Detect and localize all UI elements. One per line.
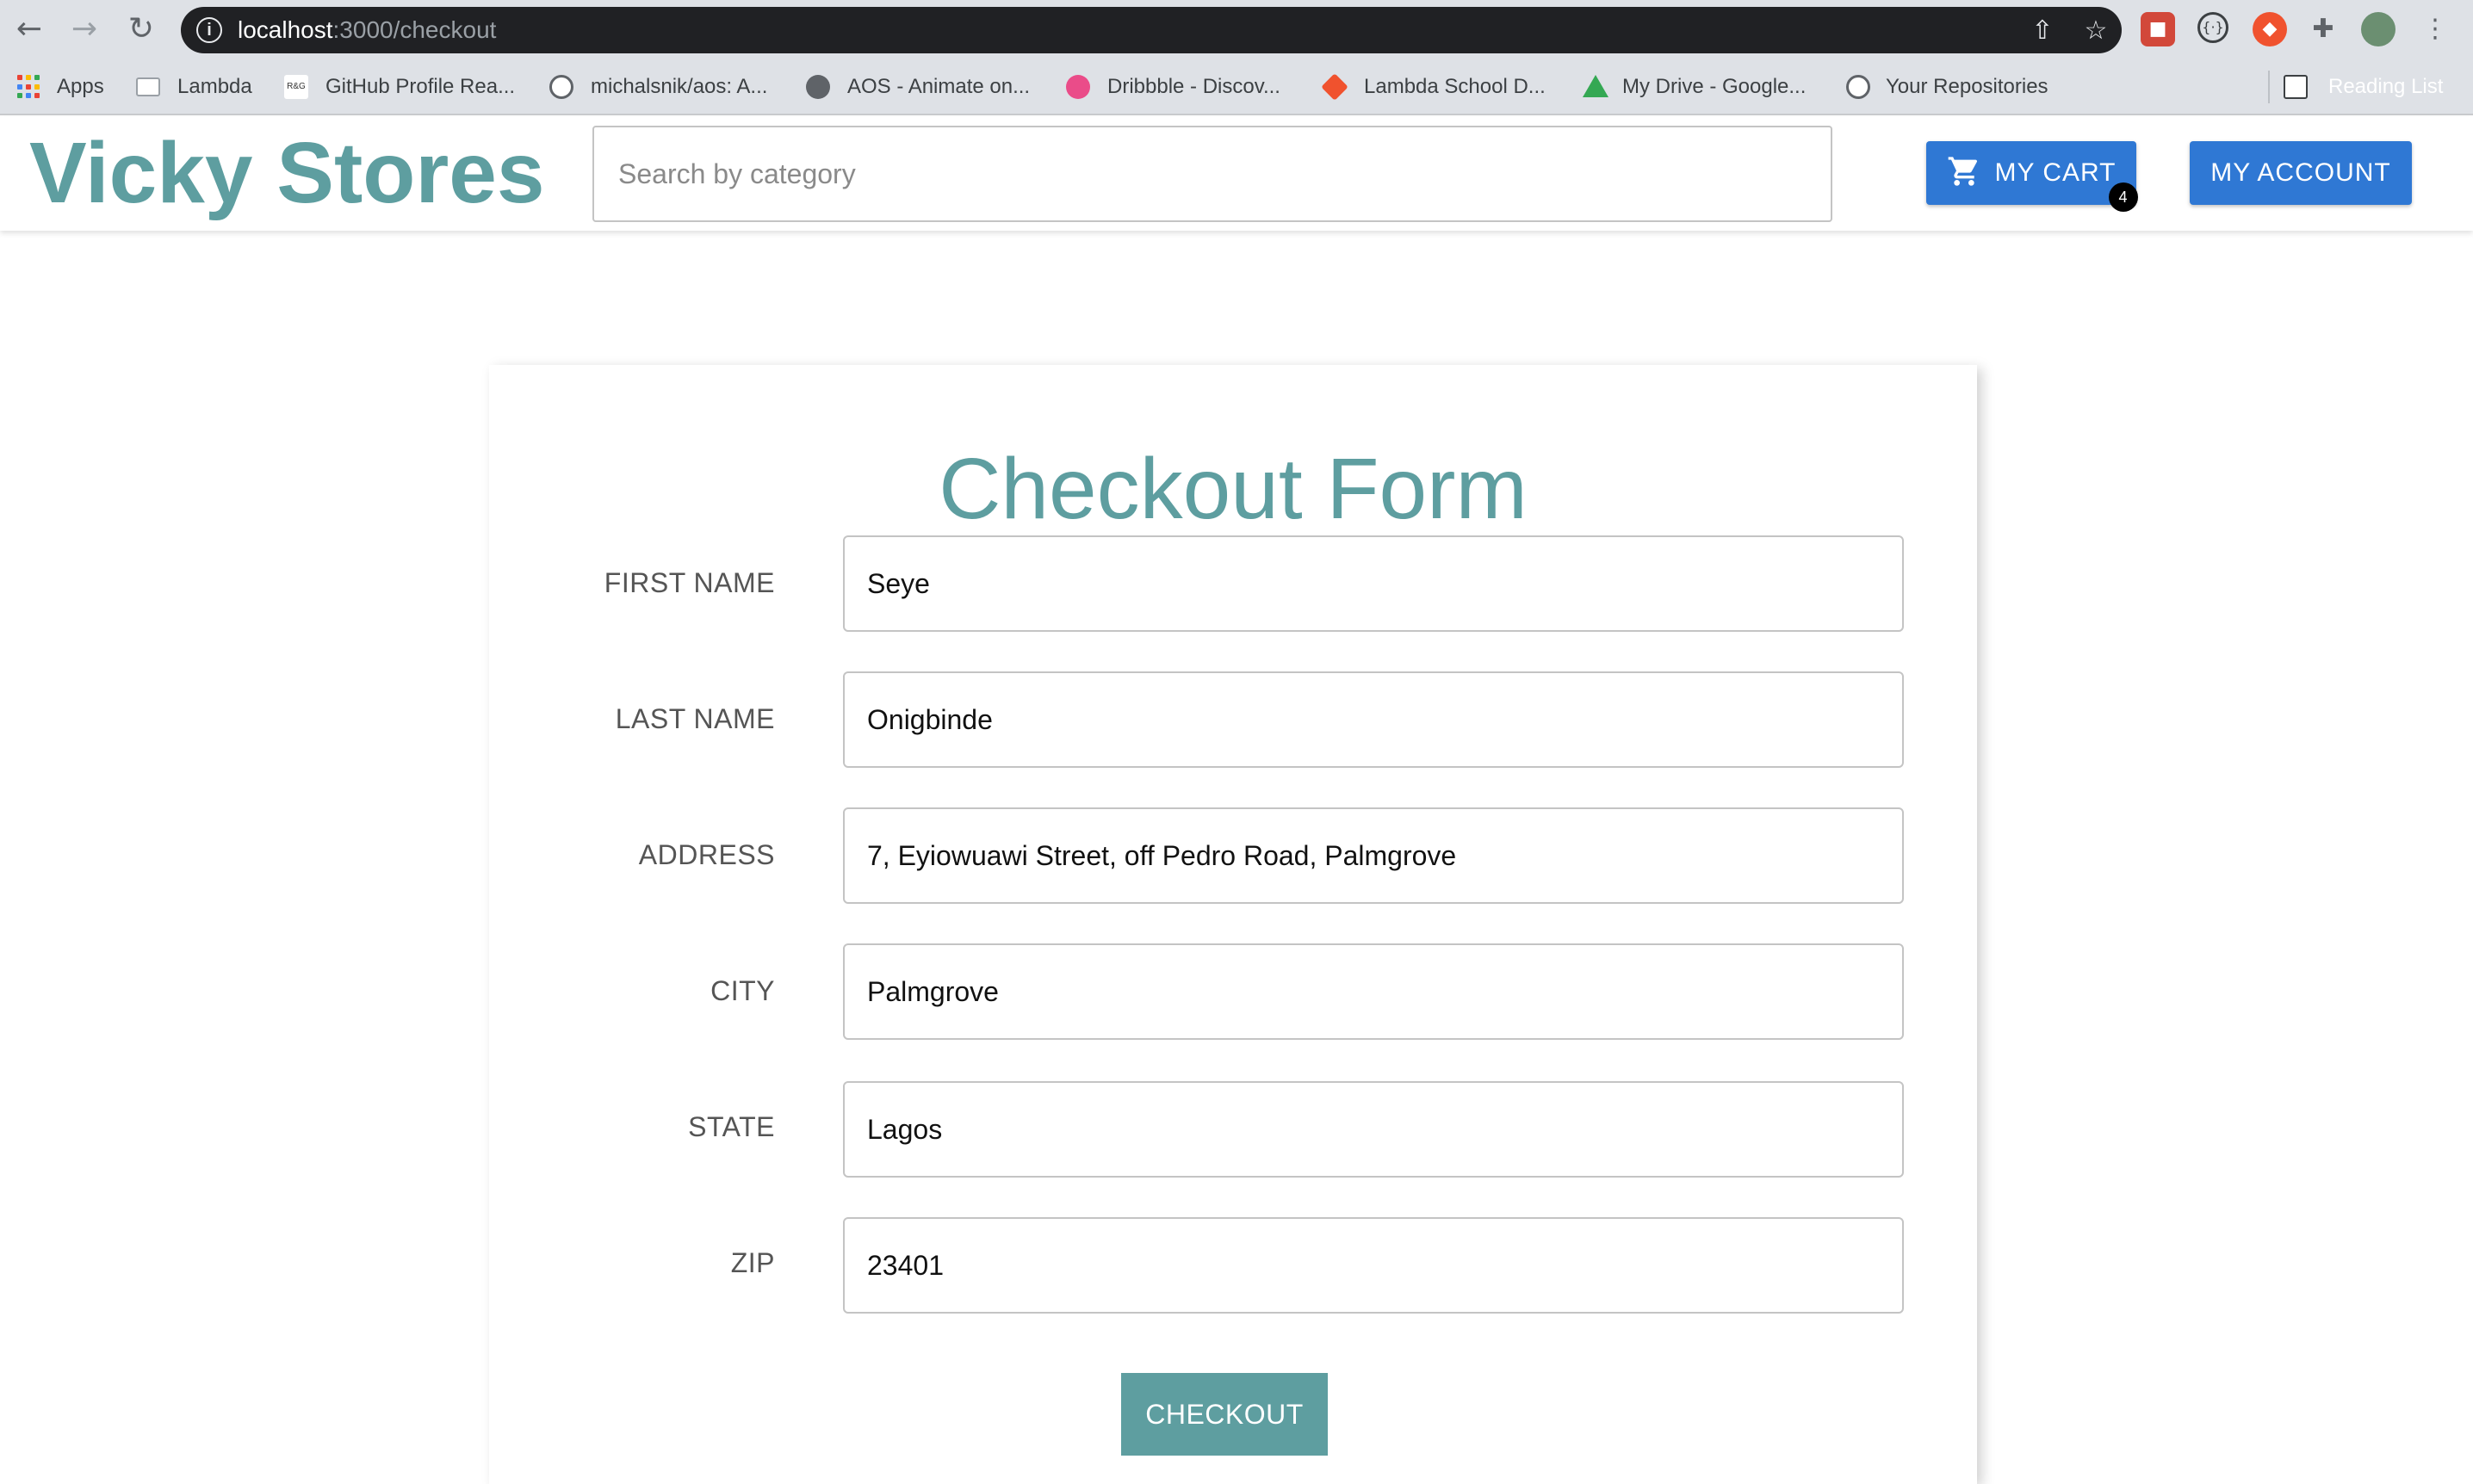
search-input[interactable] [592, 126, 1832, 222]
extensions-puzzle-icon[interactable]: ✚ [2306, 12, 2340, 46]
cart-count-badge: 4 [2109, 182, 2138, 212]
bookmark-aos-site[interactable]: AOS - Animate on... [847, 59, 1030, 115]
bookmark-google-drive[interactable]: My Drive - Google... [1622, 59, 1806, 115]
form-title: Checkout Form [939, 441, 1528, 537]
bookmark-dribbble[interactable]: Dribbble - Discov... [1107, 59, 1280, 115]
bookmark-your-repositories[interactable]: Your Repositories [1886, 59, 2048, 115]
github-icon [1846, 75, 1870, 99]
forward-arrow-icon[interactable]: → [64, 9, 105, 50]
bookmark-aos-repo[interactable]: michalsnik/aos: A... [591, 59, 767, 115]
reading-list-icon[interactable] [2284, 75, 2308, 99]
back-arrow-icon[interactable]: ← [9, 9, 50, 50]
dribbble-icon [1066, 75, 1090, 99]
zip-label: ZIP [730, 1247, 775, 1278]
city-field[interactable] [843, 943, 1904, 1040]
first-name-field[interactable] [843, 535, 1904, 632]
lambda-icon [1321, 73, 1348, 101]
my-cart-label: MY CART [1994, 158, 2117, 187]
address-field[interactable] [843, 807, 1904, 904]
shopping-cart-icon [1948, 157, 1977, 186]
github-icon [549, 75, 573, 99]
brand-logo[interactable]: Vicky Stores [29, 126, 545, 220]
profile-avatar-icon[interactable] [2361, 12, 2396, 46]
reload-icon[interactable]: ↻ [121, 9, 162, 50]
site-info-icon[interactable]: i [196, 17, 222, 43]
state-field[interactable] [843, 1081, 1904, 1178]
last-name-field[interactable] [843, 671, 1904, 768]
app-header: Vicky Stores MY CART 4 MY ACCOUNT [0, 117, 2473, 231]
url-path: :3000/checkout [332, 16, 497, 43]
url-text[interactable]: localhost:3000/checkout [238, 7, 496, 53]
address-bar[interactable]: i localhost:3000/checkout ⇧ ☆ [181, 7, 2122, 53]
extension-orange-icon[interactable]: ◆ [2253, 12, 2287, 46]
bookmarks-bar: Apps Lambda R&G GitHub Profile Rea... mi… [0, 59, 2473, 115]
browser-menu-icon[interactable]: ⋮ [2418, 12, 2452, 46]
zip-field[interactable] [843, 1217, 1904, 1314]
bookmark-star-icon[interactable]: ☆ [2079, 14, 2113, 48]
apps-grid-icon[interactable] [17, 75, 41, 99]
reading-list-label[interactable]: Reading List [2328, 59, 2443, 115]
url-host: localhost [238, 16, 333, 43]
my-account-button[interactable]: MY ACCOUNT [2190, 141, 2412, 205]
city-label: CITY [710, 975, 775, 1006]
folder-icon [136, 77, 160, 96]
readme-icon: R&G [284, 75, 308, 99]
extension-brackets-icon[interactable]: {·} [2197, 12, 2228, 43]
first-name-label: FIRST NAME [604, 567, 775, 598]
bookmark-apps[interactable]: Apps [57, 59, 104, 115]
share-icon[interactable]: ⇧ [2025, 14, 2060, 48]
checkout-card: Checkout Form FIRST NAME LAST NAME ADDRE… [489, 365, 1977, 1484]
bookmark-lambda[interactable]: Lambda [177, 59, 252, 115]
bookmark-lambda-school[interactable]: Lambda School D... [1364, 59, 1546, 115]
globe-icon [806, 75, 830, 99]
bookmarks-divider [2268, 71, 2270, 103]
bookmark-github-profile[interactable]: GitHub Profile Rea... [325, 59, 515, 115]
state-label: STATE [688, 1111, 775, 1142]
browser-toolbar: ← → ↻ i localhost:3000/checkout ⇧ ☆ ■ {·… [0, 0, 2473, 59]
last-name-label: LAST NAME [615, 703, 775, 734]
google-drive-icon [1583, 75, 1608, 97]
extension-red-icon[interactable]: ■ [2141, 12, 2175, 46]
address-label: ADDRESS [638, 839, 775, 870]
checkout-button[interactable]: CHECKOUT [1121, 1373, 1328, 1456]
my-cart-button[interactable]: MY CART 4 [1926, 141, 2138, 212]
